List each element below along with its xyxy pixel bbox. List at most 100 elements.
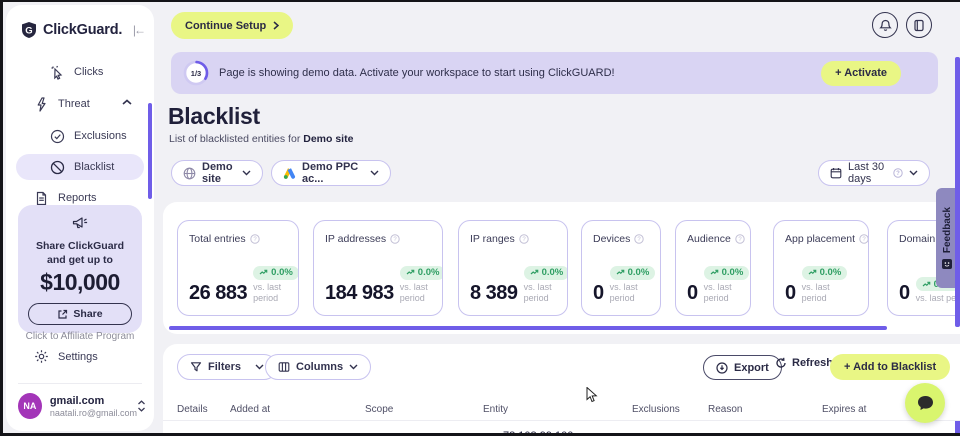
sidebar-scrollbar[interactable]: [148, 103, 152, 199]
document-icon: [34, 191, 49, 206]
info-circle-icon[interactable]: ?: [634, 234, 644, 244]
stat-label: Audience: [687, 233, 731, 245]
chat-widget-button[interactable]: [905, 383, 945, 423]
gear-icon: [34, 349, 49, 364]
page-vertical-scrollbar[interactable]: [955, 57, 960, 327]
info-circle-icon[interactable]: ?: [390, 234, 400, 244]
stats-horizontal-scrollbar[interactable]: [169, 326, 887, 330]
scrollbar-fragment[interactable]: [955, 421, 960, 433]
stat-label: Devices: [593, 233, 630, 245]
info-circle-icon[interactable]: ?: [519, 234, 529, 244]
columns-label: Columns: [296, 361, 343, 373]
download-cloud-icon: [716, 362, 728, 374]
demo-data-banner: 1/3 Page is showing demo data. Activate …: [171, 52, 938, 94]
stat-card-app-placement: App placement? 0 0.0% vs. last period: [773, 220, 869, 316]
banner-message: Page is showing demo data. Activate your…: [219, 67, 821, 79]
avatar: NA: [18, 393, 42, 419]
info-circle-icon[interactable]: ?: [859, 234, 869, 244]
info-circle-icon: ?: [893, 168, 903, 178]
user-email: naatali.ro@gmail.com: [50, 408, 137, 418]
sidebar-collapse-icon[interactable]: |←: [133, 23, 144, 37]
svg-text:G: G: [25, 26, 32, 37]
chevron-down-icon: [349, 364, 358, 370]
filters-button[interactable]: Filters: [177, 354, 277, 380]
trend-up-icon: [710, 269, 719, 276]
stat-card-audience: Audience? 0 0.0% vs. last period: [675, 220, 751, 316]
stat-value: 8 389: [470, 283, 518, 305]
sidebar-item-blacklist[interactable]: Blacklist: [16, 154, 144, 180]
nav-label: Reports: [58, 192, 97, 204]
stat-delta: 0.0%: [418, 267, 440, 278]
refresh-button[interactable]: Refresh: [775, 357, 833, 369]
notifications-button[interactable]: [872, 12, 898, 38]
blacklist-table-panel: Filters Columns Export Refresh: [163, 344, 960, 433]
subtitle-text: List of blacklisted entities for: [169, 133, 303, 145]
nav-label: Threat: [58, 98, 90, 110]
chevron-up-icon[interactable]: [122, 99, 132, 106]
info-circle-icon[interactable]: ?: [735, 234, 745, 244]
divider: [18, 383, 142, 384]
brand-name: ClickGuard.: [43, 22, 133, 38]
table-row[interactable]: 78.108.99.100: [163, 428, 960, 433]
trend-up-icon: [530, 269, 539, 276]
date-range-selector[interactable]: Last 30 days ?: [818, 160, 930, 186]
sidebar-item-clicks[interactable]: Clicks: [6, 59, 154, 85]
col-header-details[interactable]: Details: [177, 404, 208, 415]
chevron-down-icon: [909, 170, 918, 176]
col-header-entity[interactable]: Entity: [483, 404, 508, 415]
sidebar-item-settings[interactable]: Settings: [34, 349, 98, 364]
info-circle-icon[interactable]: ?: [250, 234, 260, 244]
share-label: Share: [73, 308, 102, 320]
stat-card-ip-addresses: IP addresses? 184 983 0.0% vs. last peri…: [313, 220, 443, 316]
cursor-click-icon: [50, 65, 65, 80]
activate-button[interactable]: + Activate: [821, 61, 901, 86]
stat-delta: 0.0%: [271, 267, 293, 278]
ppc-account-selector[interactable]: Demo PPC ac...: [271, 160, 391, 186]
nav-label: Clicks: [74, 66, 103, 78]
col-header-added-at[interactable]: Added at: [230, 404, 270, 415]
subtitle-site-name: Demo site: [303, 133, 353, 145]
check-circle-icon: [50, 129, 65, 144]
stat-value: 0: [687, 283, 698, 305]
stat-delta: 0.0%: [722, 267, 744, 278]
col-header-scope[interactable]: Scope: [365, 404, 393, 415]
knowledge-base-button[interactable]: [906, 12, 932, 38]
affiliate-promo-card[interactable]: Share ClickGuard and get up to $10,000 S…: [18, 205, 142, 333]
add-to-blacklist-button[interactable]: + Add to Blacklist: [830, 354, 950, 380]
trend-up-icon: [259, 269, 268, 276]
col-header-expires-at[interactable]: Expires at: [822, 404, 866, 415]
col-header-reason[interactable]: Reason: [708, 404, 742, 415]
stat-value: 184 983: [325, 283, 394, 305]
refresh-icon: [775, 357, 787, 369]
site-selector-label: Demo site: [202, 161, 236, 185]
page-subtitle: List of blacklisted entities for Demo si…: [169, 133, 353, 145]
share-button[interactable]: Share: [28, 303, 132, 325]
chevron-down-icon: [370, 170, 379, 176]
site-selector[interactable]: Demo site: [171, 160, 263, 186]
globe-icon: [183, 167, 196, 180]
google-ads-icon: [283, 167, 296, 179]
col-header-exclusions[interactable]: Exclusions: [632, 404, 680, 415]
stat-vs-period: vs. last per: [916, 293, 960, 305]
stat-vs-period: vs. last period: [400, 282, 442, 305]
calendar-icon: [830, 167, 842, 179]
user-account[interactable]: NA gmail.com naatali.ro@gmail.com: [18, 393, 146, 419]
sidebar-item-threat[interactable]: Threat: [6, 91, 154, 117]
export-label: Export: [734, 362, 769, 374]
book-icon: [913, 19, 925, 32]
columns-button[interactable]: Columns: [265, 354, 371, 380]
trend-up-icon: [406, 269, 415, 276]
chevron-right-icon: [273, 21, 279, 30]
app-window: G ClickGuard. |← Clicks Threat: [3, 2, 960, 433]
nav-label: Blacklist: [74, 161, 114, 173]
stat-card-devices: Devices? 0 0.0% vs. last period: [581, 220, 661, 316]
continue-setup-button[interactable]: Continue Setup: [171, 12, 293, 39]
stat-label: IP addresses: [325, 233, 386, 245]
affiliate-link[interactable]: Click to Affiliate Program: [18, 331, 142, 342]
sidebar-item-exclusions[interactable]: Exclusions: [6, 123, 154, 149]
divider: [163, 420, 960, 421]
export-button[interactable]: Export: [703, 355, 782, 380]
stat-delta: 0.0%: [820, 267, 842, 278]
stat-value: 0: [593, 283, 604, 305]
select-chevrons-icon[interactable]: [137, 400, 146, 412]
